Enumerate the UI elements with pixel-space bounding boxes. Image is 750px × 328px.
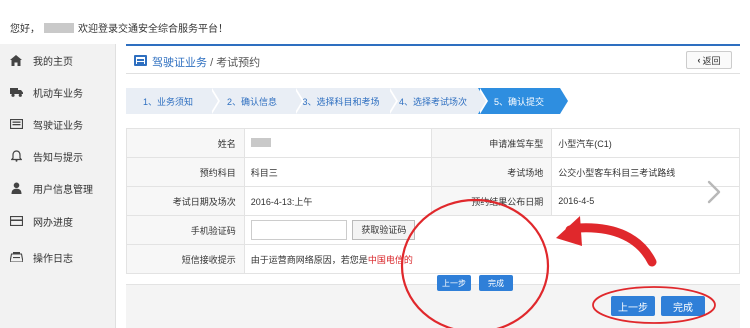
main-panel: 驾驶证业务 / 考试预约 ‹ 返回 1、业务须知 2、确认信息 3、选择科目和考… <box>126 44 741 328</box>
id-card-icon <box>9 118 23 130</box>
truck-icon <box>9 86 23 98</box>
get-code-button[interactable]: 获取验证码 <box>352 220 416 240</box>
done-button[interactable]: 完成 <box>661 296 705 316</box>
step-progress: 1、业务须知 2、确认信息 3、选择科目和考场 4、选择考试场次 5、确认提交 <box>126 88 740 114</box>
back-button[interactable]: ‹ 返回 <box>686 51 732 69</box>
step-4: 4、选择考试场次 <box>388 88 488 114</box>
table-row: 预约科目 科目三 考试场地 公交小型客车科目三考试路线 <box>126 157 740 187</box>
bell-icon <box>9 150 23 162</box>
progress-icon <box>9 215 23 227</box>
sidebar-item-label: 驾驶证业务 <box>33 120 83 132</box>
notice-text: 由于运营商网络原因，若您是 <box>250 254 368 265</box>
step-2: 2、确认信息 <box>210 88 304 114</box>
redacted-name <box>250 138 271 147</box>
table-row: 姓名 申请准驾车型 小型汽车(C1) <box>126 128 740 158</box>
sidebar-item-notices[interactable]: 告知与提示 <box>0 140 116 172</box>
done-button-zoomed[interactable]: 完成 <box>479 275 513 291</box>
sidebar-item-label: 我的主页 <box>33 56 73 68</box>
name-value <box>243 128 433 158</box>
table-row: 短信接收提示 由于运营商网络原因，若您是中国电信的 <box>126 244 741 274</box>
sidebar-item-vehicle[interactable]: 机动车业务 <box>0 76 116 108</box>
log-icon <box>9 251 23 263</box>
greeting: 您好， 欢迎登录交通安全综合服务平台！ <box>10 20 228 35</box>
step-arrow <box>294 88 302 114</box>
sms-code-input[interactable] <box>250 220 347 240</box>
table-row: 手机验证码 获取验证码 <box>126 215 741 245</box>
exam-date-label: 考试日期及场次 <box>126 186 245 216</box>
sidebar-item-home[interactable]: 我的主页 <box>0 44 116 76</box>
panel-subtitle: / 考试预约 <box>210 57 261 69</box>
document-icon <box>134 55 147 66</box>
step-5-active: 5、确认提交 <box>478 88 568 114</box>
license-type-value: 小型汽车(C1) <box>551 128 740 158</box>
sidebar-item-progress[interactable]: 网办进度 <box>0 205 116 237</box>
step-label: 4、选择考试场次 <box>398 96 467 107</box>
name-label: 姓名 <box>126 128 245 158</box>
sidebar-item-label: 网办进度 <box>33 217 73 229</box>
step-label: 5、确认提交 <box>493 96 544 107</box>
home-icon <box>9 54 23 66</box>
license-type-label: 申请准驾车型 <box>431 128 553 158</box>
user-icon <box>9 182 23 194</box>
sidebar-item-label: 告知与提示 <box>33 152 83 164</box>
notice-label: 短信接收提示 <box>126 244 245 274</box>
sms-code-cell: 获取验证码 <box>243 215 741 245</box>
step-arrow <box>210 88 218 114</box>
venue-label: 考试场地 <box>431 157 553 187</box>
exam-date-value: 2016-4-13:上午 <box>243 186 433 216</box>
action-buttons: 上一步 完成 <box>611 296 705 316</box>
sms-code-label: 手机验证码 <box>126 215 245 245</box>
sidebar-item-license[interactable]: 驾驶证业务 <box>0 108 116 140</box>
sidebar-item-user-info[interactable]: 用户信息管理 <box>0 172 116 204</box>
notice-cell: 由于运营商网络原因，若您是中国电信的 <box>243 244 741 274</box>
step-arrow <box>560 88 568 114</box>
page-title: 驾驶证业务 / 考试预约 <box>152 54 260 70</box>
redacted-username <box>44 23 74 33</box>
step-label: 3、选择科目和考场 <box>302 96 380 107</box>
subject-label: 预约科目 <box>126 157 245 187</box>
panel-title: 驾驶证业务 <box>152 57 207 69</box>
step-label: 2、确认信息 <box>226 96 277 107</box>
sidebar-item-label: 机动车业务 <box>33 88 83 100</box>
step-label: 1、业务须知 <box>142 96 193 107</box>
zoomed-buttons: 上一步 完成 <box>437 275 513 291</box>
panel-header: 驾驶证业务 / 考试预约 ‹ 返回 <box>126 44 740 74</box>
greeting-prefix: 您好， <box>10 24 40 35</box>
top-bar: 您好， 欢迎登录交通安全综合服务平台！ <box>0 0 750 44</box>
greeting-suffix: 欢迎登录交通安全综合服务平台！ <box>78 24 228 35</box>
step-arrow <box>388 88 396 114</box>
prev-button[interactable]: 上一步 <box>611 296 655 316</box>
sidebar-item-log[interactable]: 操作日志 <box>0 241 116 273</box>
notice-highlight: 中国电信的 <box>367 254 413 265</box>
sidebar-item-label: 用户信息管理 <box>33 184 93 196</box>
chevron-right-icon[interactable] <box>703 178 725 206</box>
subject-value: 科目三 <box>243 157 433 187</box>
step-3: 3、选择科目和考场 <box>294 88 398 114</box>
sidebar-item-label: 操作日志 <box>33 253 73 265</box>
step-1: 1、业务须知 <box>126 88 220 114</box>
confirmation-table: 姓名 申请准驾车型 小型汽车(C1) 预约科目 科目三 考试场地 公交小型客车科… <box>126 128 741 274</box>
step-arrow <box>478 88 486 114</box>
sidebar: 我的主页 机动车业务 驾驶证业务 告知与提示 用户信息管理 网办进度 操作日志 <box>0 44 116 328</box>
result-date-label: 预约结果公布日期 <box>431 186 553 216</box>
back-label: 返回 <box>702 55 721 66</box>
chevron-left-icon: ‹ <box>697 55 701 65</box>
prev-button-zoomed[interactable]: 上一步 <box>437 275 471 291</box>
table-row: 考试日期及场次 2016-4-13:上午 预约结果公布日期 2016-4-5 <box>126 186 740 216</box>
